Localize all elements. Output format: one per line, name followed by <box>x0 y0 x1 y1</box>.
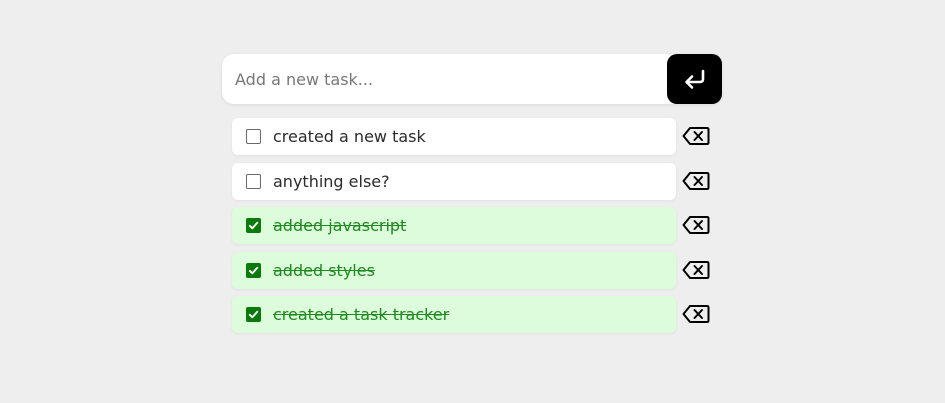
delete-task-button[interactable] <box>681 258 711 282</box>
task-checkbox[interactable] <box>246 129 261 144</box>
task-card[interactable]: added styles <box>232 251 676 289</box>
task-input-row <box>222 54 722 104</box>
add-task-button[interactable] <box>667 54 722 104</box>
delete-task-button[interactable] <box>681 169 711 193</box>
task-text: added javascript <box>273 216 407 235</box>
backspace-x-icon <box>682 260 710 279</box>
task-item: created a task tracker <box>232 296 712 341</box>
task-card[interactable]: created a new task <box>232 118 676 155</box>
task-checkbox-checked[interactable] <box>246 218 261 233</box>
task-text: added styles <box>273 260 375 280</box>
task-text: anything else? <box>273 171 390 191</box>
task-text: created a task tracker <box>273 305 450 324</box>
task-item: anything else? <box>232 162 712 208</box>
backspace-x-icon <box>682 216 710 234</box>
task-checkbox-checked[interactable] <box>246 307 261 322</box>
task-text: created a new task <box>273 127 426 146</box>
backspace-x-icon <box>682 127 710 145</box>
task-item: created a new task <box>232 118 712 163</box>
task-checkbox[interactable] <box>246 173 261 189</box>
delete-task-button[interactable] <box>681 124 711 148</box>
checkmark-icon <box>248 310 259 319</box>
checkmark-icon <box>248 221 259 230</box>
todo-app: created a new task anything else? <box>222 54 722 333</box>
task-list: created a new task anything else? added … <box>232 118 712 341</box>
backspace-x-icon <box>682 171 710 190</box>
task-card[interactable]: anything else? <box>232 162 676 200</box>
checkmark-icon <box>248 266 259 274</box>
task-checkbox-checked[interactable] <box>246 262 261 278</box>
task-item: added javascript <box>232 207 712 252</box>
enter-return-icon <box>684 69 704 89</box>
delete-task-button[interactable] <box>681 213 711 237</box>
task-card[interactable]: created a task tracker <box>232 296 676 333</box>
task-input[interactable] <box>222 54 667 104</box>
task-card[interactable]: added javascript <box>232 207 676 244</box>
delete-task-button[interactable] <box>681 302 711 326</box>
task-item: added styles <box>232 251 712 297</box>
backspace-x-icon <box>682 305 710 323</box>
